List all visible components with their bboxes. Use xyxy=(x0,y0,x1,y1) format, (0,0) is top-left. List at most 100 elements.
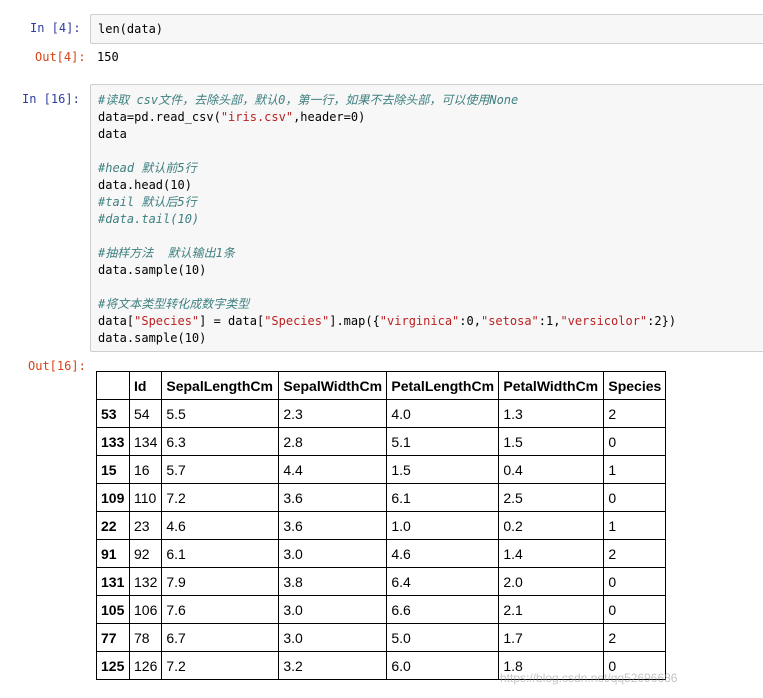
output-value: 150 xyxy=(97,50,119,64)
code-token: ].map({ xyxy=(329,314,380,328)
string-literal: "versicolor" xyxy=(560,314,648,328)
table-cell: 1.4 xyxy=(498,539,605,568)
string-literal: "Species" xyxy=(134,314,200,328)
row-index: 22 xyxy=(96,511,130,540)
table-row: 77 78 6.7 3.0 5.0 1.7 2 xyxy=(96,623,667,652)
string-literal: "setosa" xyxy=(480,314,539,328)
table-row: 91 92 6.1 3.0 4.6 1.4 2 xyxy=(96,539,667,568)
table-row: 133 134 6.3 2.8 5.1 1.5 0 xyxy=(96,427,667,456)
table-cell: 5.7 xyxy=(161,455,280,484)
row-index: 125 xyxy=(96,651,130,680)
table-cell: 7.9 xyxy=(161,567,280,596)
table-cell: 1 xyxy=(603,511,667,540)
table-cell: 5.1 xyxy=(386,427,500,456)
code-line: data=pd.read_csv("iris.csv",header=0) xyxy=(98,109,676,126)
table-cell: 0.4 xyxy=(498,455,605,484)
code-token: data[ xyxy=(98,314,135,328)
row-index: 15 xyxy=(96,455,130,484)
table-cell: 4.6 xyxy=(386,539,500,568)
code-token: data=pd.read_csv( xyxy=(98,110,221,124)
code-line: #读取 csv文件，去除头部，默认0，第一行，如果不去除头部，可以使用None xyxy=(98,93,519,107)
table-cell: 106 xyxy=(128,595,163,624)
table-cell: 3.0 xyxy=(278,623,388,652)
out-prompt-4: Out[4]: xyxy=(35,50,86,64)
dataframe-table: Id SepalLengthCm SepalWidthCm PetalLengthCm… xyxy=(96,371,667,680)
table-cell: 3.0 xyxy=(278,595,388,624)
table-cell: 2 xyxy=(603,623,667,652)
table-cell: 3.2 xyxy=(278,651,388,680)
table-cell: 1.5 xyxy=(386,455,500,484)
table-cell: 2.8 xyxy=(278,427,388,456)
in-prompt-16: In [16]: xyxy=(22,92,80,106)
table-row: 15 16 5.7 4.4 1.5 0.4 1 xyxy=(96,455,667,484)
table-cell: 6.0 xyxy=(386,651,500,680)
table-cell: 3.6 xyxy=(278,483,388,512)
code-line: #抽样方法 默认输出1条 xyxy=(98,246,235,260)
row-index: 109 xyxy=(96,483,130,512)
table-cell: 16 xyxy=(128,455,163,484)
row-index: 91 xyxy=(96,539,130,568)
code-line: data xyxy=(98,127,127,141)
table-cell: 1.5 xyxy=(498,427,605,456)
row-index: 77 xyxy=(96,623,130,652)
table-cell: 6.1 xyxy=(161,539,280,568)
string-literal: "iris.csv" xyxy=(220,110,294,124)
table-row: 109 110 7.2 3.6 6.1 2.5 0 xyxy=(96,483,667,512)
table-cell: 2 xyxy=(603,399,667,428)
table-cell: 0 xyxy=(603,595,667,624)
code-token: ] = data[ xyxy=(199,314,265,328)
table-row: 53 54 5.5 2.3 4.0 1.3 2 xyxy=(96,399,667,428)
table-cell: 78 xyxy=(128,623,163,652)
code-line: #将文本类型转化成数字类型 xyxy=(98,297,250,311)
table-cell: 1.3 xyxy=(498,399,605,428)
table-cell: 0 xyxy=(603,427,667,456)
code-line: data.sample(10) xyxy=(98,263,207,277)
table-cell: 126 xyxy=(128,651,163,680)
column-header: PetalWidthCm xyxy=(498,371,605,400)
table-cell: 4.4 xyxy=(278,455,388,484)
column-header: SepalLengthCm xyxy=(161,371,280,400)
column-header: PetalLengthCm xyxy=(386,371,500,400)
code-token: :2}) xyxy=(647,314,677,328)
code-text: len(data) xyxy=(98,22,164,36)
table-cell: 2.1 xyxy=(498,595,605,624)
code-token: :0, xyxy=(459,314,481,328)
table-cell: 1.0 xyxy=(386,511,500,540)
code-line: data.sample(10) xyxy=(98,331,207,345)
table-cell: 6.7 xyxy=(161,623,280,652)
row-index: 105 xyxy=(96,595,130,624)
table-cell: 6.4 xyxy=(386,567,500,596)
table-cell: 134 xyxy=(128,427,163,456)
table-cell: 110 xyxy=(128,483,163,512)
table-cell: 5.5 xyxy=(161,399,280,428)
table-cell: 3.0 xyxy=(278,539,388,568)
out-prompt-16: Out[16]: xyxy=(28,359,86,373)
watermark: https://blog.csdn.net/qq52696686 xyxy=(500,671,678,685)
table-cell: 1 xyxy=(603,455,667,484)
row-index: 133 xyxy=(96,427,130,456)
string-literal: "Species" xyxy=(264,314,330,328)
table-cell: 1.7 xyxy=(498,623,605,652)
table-cell: 6.6 xyxy=(386,595,500,624)
table-cell: 5.0 xyxy=(386,623,500,652)
code-cell-input-2[interactable]: #读取 csv文件，去除头部，默认0，第一行，如果不去除头部，可以使用None d… xyxy=(90,84,763,352)
column-header: Species xyxy=(603,371,667,400)
table-header-row: Id SepalLengthCm SepalWidthCm PetalLengthCm… xyxy=(96,371,667,400)
code-token: ,header=0) xyxy=(293,110,366,124)
table-cell: 2.0 xyxy=(498,567,605,596)
table-cell: 7.2 xyxy=(161,651,280,680)
table-cell: 2.3 xyxy=(278,399,388,428)
table-cell: 7.6 xyxy=(161,595,280,624)
table-cell: 4.0 xyxy=(386,399,500,428)
table-cell: 23 xyxy=(128,511,163,540)
table-cell: 0 xyxy=(603,567,667,596)
table-cell: 2.5 xyxy=(498,483,605,512)
table-cell: 6.3 xyxy=(161,427,280,456)
table-row: 22 23 4.6 3.6 1.0 0.2 1 xyxy=(96,511,667,540)
code-line: #data.tail(10) xyxy=(98,212,200,226)
code-cell-input-1[interactable]: len(data) xyxy=(90,14,763,44)
table-cell: 3.8 xyxy=(278,567,388,596)
string-literal: "virginica" xyxy=(379,314,460,328)
